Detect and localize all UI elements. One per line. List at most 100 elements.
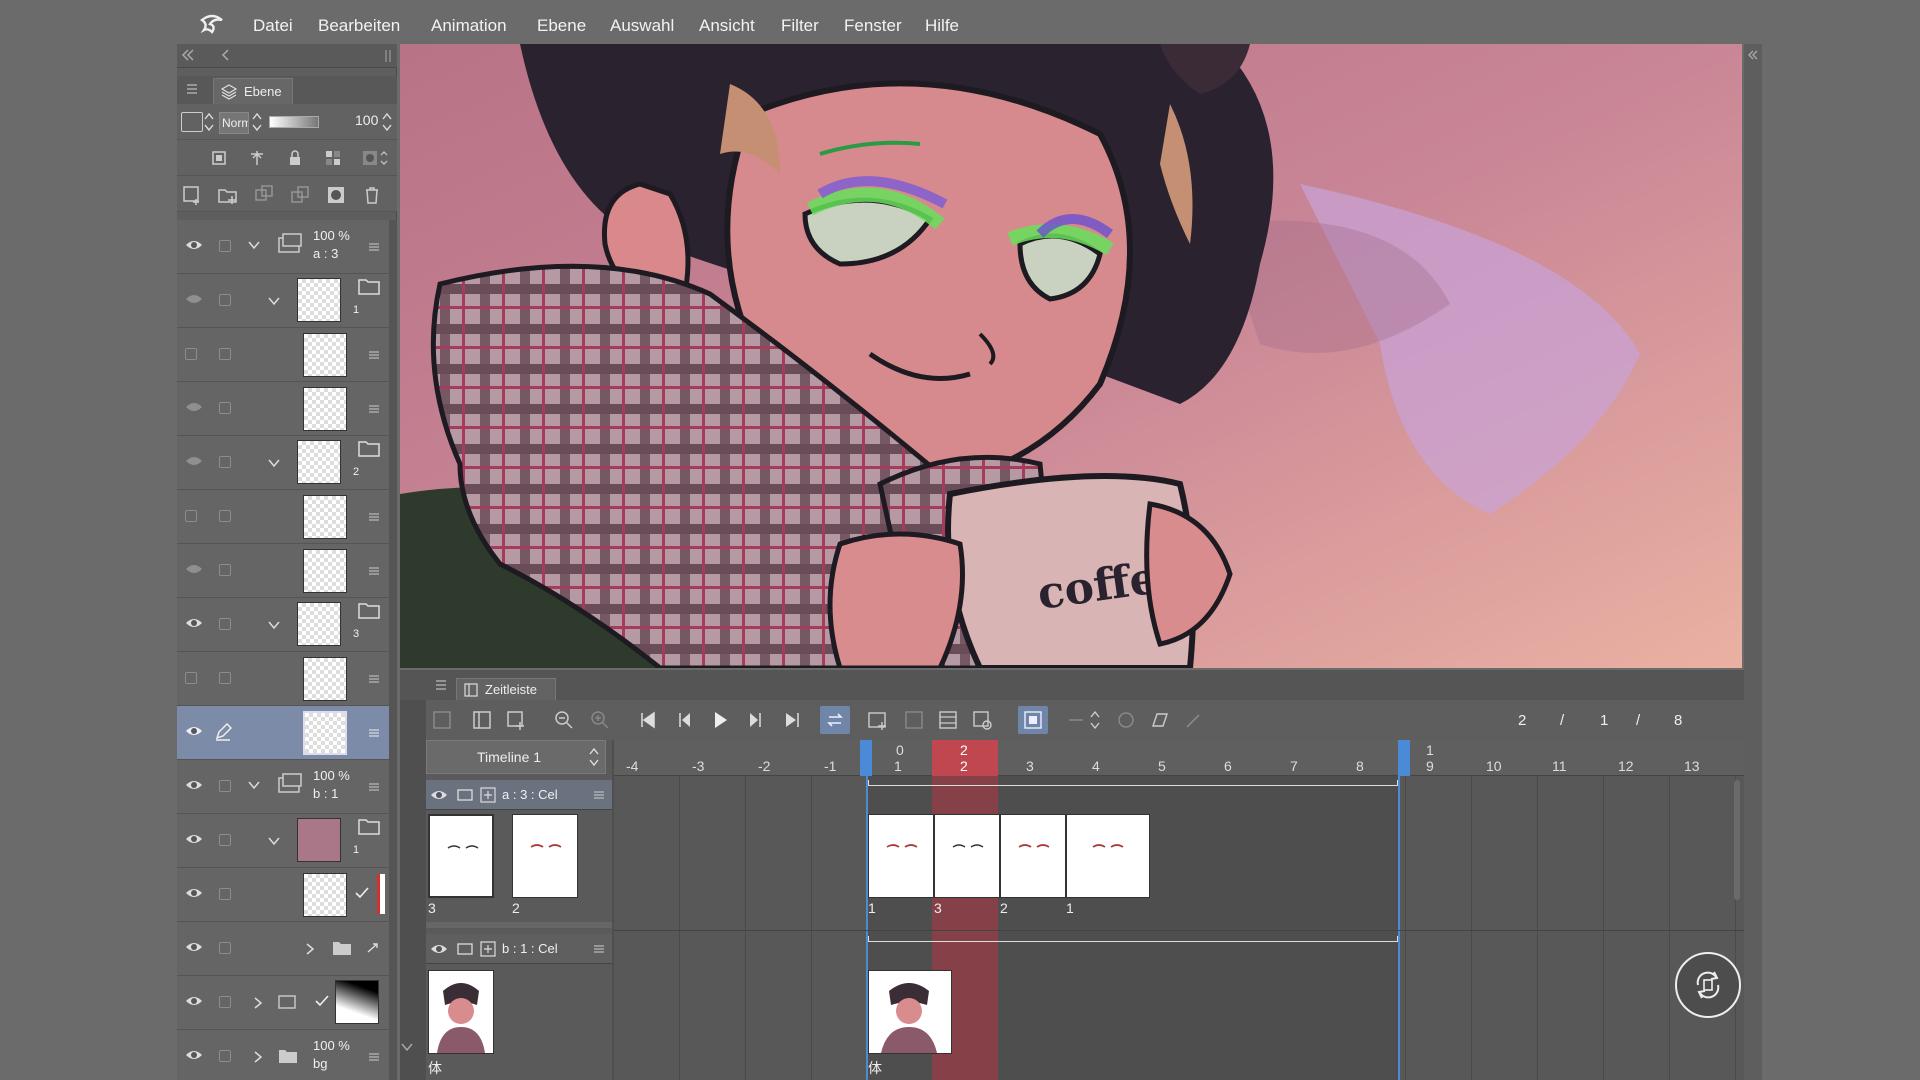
panel-menu-icon[interactable] <box>185 82 199 96</box>
layer-row-folder-3[interactable]: 3 <box>177 598 389 652</box>
new-animation-folder-icon[interactable] <box>470 708 494 732</box>
menu-animation[interactable]: Animation <box>431 0 507 44</box>
menu-icon[interactable] <box>369 674 379 684</box>
layer-checkbox[interactable] <box>185 672 197 684</box>
delete-cel-icon[interactable] <box>902 708 926 732</box>
layer-row-bg[interactable]: 100 % bg <box>177 1030 389 1080</box>
layer-row-collapsed-folder[interactable] <box>177 922 389 976</box>
plus-box-icon[interactable] <box>480 941 496 957</box>
lock-transparency-icon[interactable] <box>323 148 343 168</box>
stepper-icon[interactable] <box>203 111 215 133</box>
layer-checkbox[interactable] <box>219 348 231 360</box>
tab-zeitleiste[interactable]: Zeitleiste <box>456 678 556 700</box>
eye-icon[interactable] <box>185 454 203 468</box>
layer-color-box[interactable] <box>181 112 203 132</box>
link-cel-icon[interactable] <box>1064 708 1088 732</box>
menu-datei[interactable]: Datei <box>253 0 293 44</box>
start-marker[interactable] <box>860 740 872 776</box>
frame-ruler[interactable] <box>614 740 1744 776</box>
first-frame-icon[interactable] <box>636 708 660 732</box>
lock-icon[interactable] <box>285 148 305 168</box>
loop-toggle[interactable] <box>820 706 850 734</box>
chevron-down-icon[interactable] <box>267 618 281 632</box>
app-logo-icon[interactable] <box>198 12 226 36</box>
chevron-down-icon[interactable] <box>247 238 261 252</box>
menu-icon[interactable] <box>594 944 604 954</box>
layer-checkbox[interactable] <box>219 834 231 846</box>
timeline-cel-selected[interactable] <box>934 814 1000 898</box>
play-icon[interactable] <box>708 708 732 732</box>
menu-icon[interactable] <box>369 728 379 738</box>
eye-icon[interactable] <box>430 942 448 956</box>
double-chevron-left-icon[interactable] <box>1746 48 1760 62</box>
eye-icon[interactable] <box>185 832 203 846</box>
delete-icon[interactable] <box>361 184 383 206</box>
chevron-left-icon[interactable] <box>217 46 235 64</box>
grip-handle-icon[interactable] <box>383 48 393 64</box>
layer-row[interactable] <box>177 544 389 598</box>
eye-icon[interactable] <box>185 1048 203 1062</box>
chevron-down-icon[interactable] <box>267 456 281 470</box>
layer-row-folder-1[interactable]: 1 <box>177 274 389 328</box>
menu-icon[interactable] <box>369 350 379 360</box>
timeline-cel[interactable] <box>1066 814 1150 898</box>
eye-icon[interactable] <box>185 886 203 900</box>
track-a-cel-thumb[interactable] <box>512 814 578 898</box>
layer-checkbox[interactable] <box>219 888 231 900</box>
zoom-out-icon[interactable] <box>552 708 576 732</box>
chevron-down-icon[interactable] <box>267 294 281 308</box>
timeline-cel-character[interactable] <box>868 970 952 1054</box>
double-chevron-left-icon[interactable] <box>179 46 197 64</box>
menu-icon[interactable] <box>369 1052 379 1062</box>
layer-checkbox[interactable] <box>219 618 231 630</box>
eye-icon[interactable] <box>185 400 203 414</box>
layer-row-a3[interactable]: 100 % a : 3 <box>177 220 389 274</box>
layer-checkbox[interactable] <box>219 456 231 468</box>
layer-checkbox[interactable] <box>185 348 197 360</box>
menu-icon[interactable] <box>369 404 379 414</box>
timeline-cel[interactable] <box>1000 814 1066 898</box>
eye-icon[interactable] <box>185 562 203 576</box>
layer-checkbox[interactable] <box>219 942 231 954</box>
blend-mode-stepper-icon[interactable] <box>251 111 263 133</box>
chevron-right-icon[interactable] <box>303 942 317 956</box>
previous-frame-icon[interactable] <box>672 708 696 732</box>
opacity-stepper-icon[interactable] <box>381 111 393 133</box>
combine-lower-icon[interactable] <box>289 184 311 206</box>
end-marker[interactable] <box>1398 740 1410 776</box>
eye-icon[interactable] <box>185 994 203 1008</box>
eye-icon[interactable] <box>185 616 203 630</box>
plus-box-icon[interactable] <box>480 787 496 803</box>
rotate-canvas-button[interactable] <box>1675 952 1741 1018</box>
layer-checkbox[interactable] <box>219 1050 231 1062</box>
layer-row-selected[interactable] <box>177 706 389 760</box>
chevron-down-icon[interactable] <box>247 778 261 792</box>
layer-checkbox[interactable] <box>219 672 231 684</box>
layer-row[interactable] <box>177 382 389 436</box>
new-cel-icon[interactable] <box>504 708 528 732</box>
next-frame-icon[interactable] <box>744 708 768 732</box>
new-raster-layer-icon[interactable] <box>181 184 203 206</box>
layer-row[interactable] <box>177 328 389 382</box>
layer-scrollbar[interactable] <box>389 220 397 1080</box>
menu-icon[interactable] <box>369 782 379 792</box>
track-b-cel-thumb[interactable] <box>428 970 494 1054</box>
layer-checkbox[interactable] <box>219 510 231 522</box>
clip-layer-icon[interactable] <box>209 148 229 168</box>
opacity-slider[interactable] <box>269 116 319 128</box>
layer-row-folder-2[interactable]: 2 <box>177 436 389 490</box>
transform-icon[interactable] <box>1148 708 1172 732</box>
menu-ansicht[interactable]: Ansicht <box>699 0 755 44</box>
eye-icon[interactable] <box>185 238 203 252</box>
menu-icon[interactable] <box>369 566 379 576</box>
menu-icon[interactable] <box>594 790 604 800</box>
layer-checkbox[interactable] <box>219 294 231 306</box>
timeline-stepper-icon[interactable] <box>587 745 601 769</box>
draw-icon[interactable] <box>1182 708 1206 732</box>
menu-fenster[interactable]: Fenster <box>844 0 902 44</box>
stepper-icon[interactable] <box>1088 708 1102 732</box>
timeline-selector[interactable]: Timeline 1 <box>426 740 606 774</box>
film-icon[interactable] <box>936 708 960 732</box>
last-frame-icon[interactable] <box>780 708 804 732</box>
menu-auswahl[interactable]: Auswahl <box>610 0 674 44</box>
